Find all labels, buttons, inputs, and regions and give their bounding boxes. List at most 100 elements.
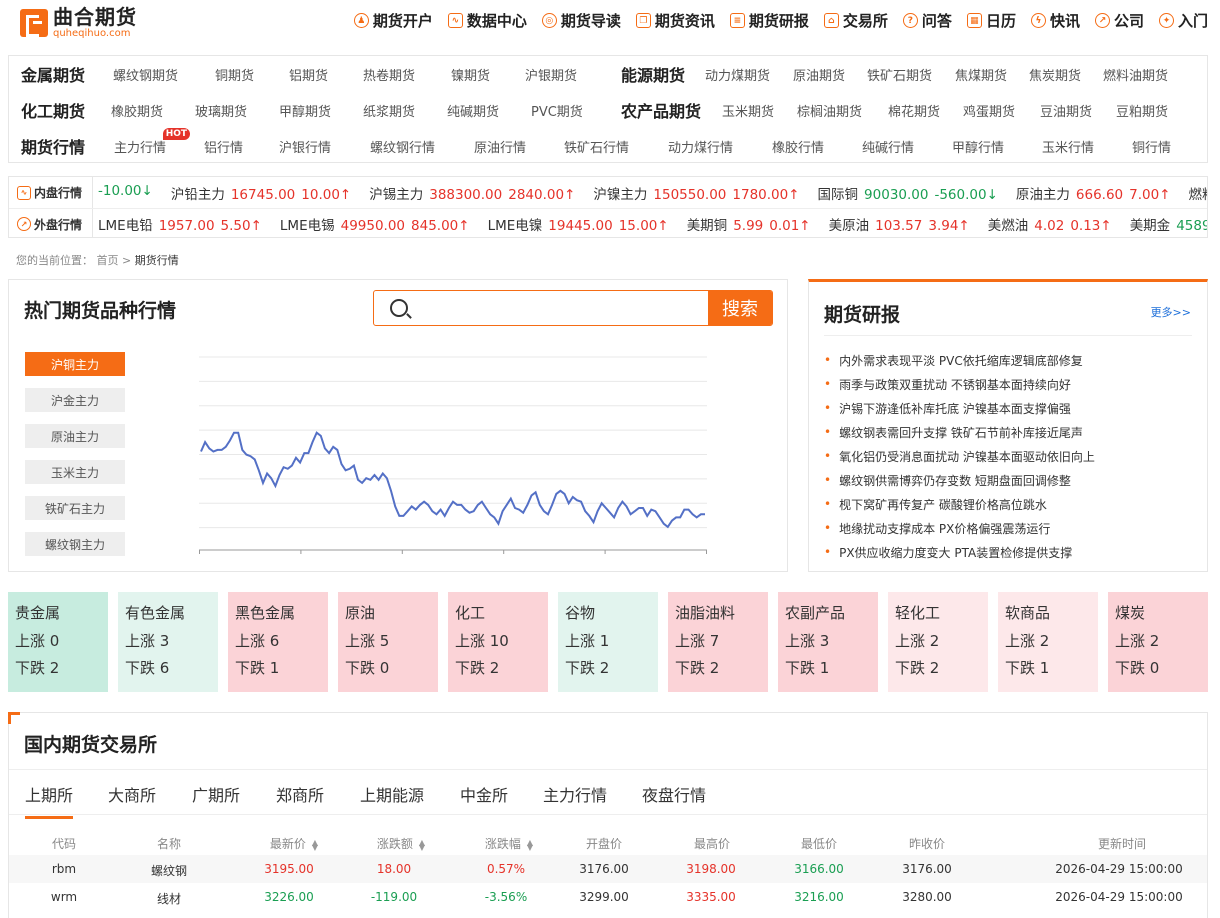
nav-item-guide[interactable]: ◎ 期货导读: [541, 10, 621, 31]
category-link[interactable]: PVC期货: [531, 101, 583, 120]
nav-item-research[interactable]: ≡ 期货研报: [729, 10, 809, 31]
research-item[interactable]: 地缘扰动支撑成本 PX价格偏强震荡运行: [824, 516, 1095, 540]
category-link[interactable]: 原油行情: [474, 137, 526, 156]
category-link-main[interactable]: 主力行情 HOT: [114, 128, 191, 156]
sector-card[interactable]: 油脂油料 上涨 7 下跌 2: [668, 592, 768, 692]
nav-item-news[interactable]: ❐ 期货资讯: [635, 10, 715, 31]
sector-card[interactable]: 轻化工 上涨 2 下跌 2: [888, 592, 988, 692]
category-title-chem[interactable]: 化工期货: [21, 98, 85, 122]
category-title-market[interactable]: 期货行情: [21, 134, 85, 158]
category-link[interactable]: 沪银期货: [525, 65, 577, 84]
category-link[interactable]: 沪银行情: [279, 137, 331, 156]
category-link[interactable]: 玉米行情: [1042, 137, 1094, 156]
category-link[interactable]: 豆油期货: [1040, 101, 1092, 120]
category-link[interactable]: 焦煤期货: [955, 65, 1007, 84]
ticker-item[interactable]: 美期金 4589.60: [1130, 214, 1207, 234]
chart-tab[interactable]: 原油主力: [25, 424, 125, 448]
category-link[interactable]: 动力煤行情: [668, 137, 733, 156]
chart-tab[interactable]: 沪金主力: [25, 388, 125, 412]
category-link[interactable]: 焦炭期货: [1029, 65, 1081, 84]
nav-item-data[interactable]: ∿ 数据中心: [447, 10, 527, 31]
table-row[interactable]: rbm 螺纹钢 3195.00 18.00 0.57% 3176.00 3198.00 316…: [9, 855, 1207, 883]
sector-card[interactable]: 化工 上涨 10 下跌 2: [448, 592, 548, 692]
ticker-item[interactable]: 美原油 103.57 3.94↑: [829, 214, 970, 234]
category-link[interactable]: 棕榈油期货: [797, 101, 862, 120]
sector-card[interactable]: 软商品 上涨 2 下跌 1: [998, 592, 1098, 692]
category-link[interactable]: 铝行情: [204, 137, 243, 156]
ticker-item[interactable]: LME电镍 19445.00 15.00↑: [488, 214, 669, 234]
research-item[interactable]: 雨季与政策双重扰动 不锈钢基本面持续向好: [824, 372, 1095, 396]
category-link[interactable]: 热卷期货: [363, 65, 415, 84]
category-link[interactable]: 燃料油期货: [1103, 65, 1168, 84]
category-link[interactable]: 橡胶行情: [772, 137, 824, 156]
research-item[interactable]: 沪锡下游逢低补库托底 沪镍基本面支撑偏强: [824, 396, 1095, 420]
category-link[interactable]: 纯碱行情: [862, 137, 914, 156]
ticker-item[interactable]: -10.00↓: [98, 183, 153, 203]
category-link[interactable]: 动力煤期货: [705, 65, 770, 84]
category-link[interactable]: 豆粕期货: [1116, 101, 1168, 120]
category-link[interactable]: 螺纹钢行情: [370, 137, 435, 156]
research-item[interactable]: 内外需求表现平淡 PVC依托缩库逻辑底部修复: [824, 348, 1095, 372]
ticker-item[interactable]: 沪镍主力 150550.00 1780.00↑: [593, 183, 799, 203]
sector-card[interactable]: 有色金属 上涨 3 下跌 6: [118, 592, 218, 692]
category-link[interactable]: 镍期货: [451, 65, 490, 84]
category-title-metal[interactable]: 金属期货: [21, 62, 85, 86]
category-link[interactable]: 橡胶期货: [111, 101, 163, 120]
tab-ine[interactable]: 上期能源: [360, 782, 424, 806]
category-link[interactable]: 原油期货: [793, 65, 845, 84]
ticker-item[interactable]: 美燃油 4.02 0.13↑: [988, 214, 1112, 234]
ticker-item[interactable]: 沪铅主力 16745.00 10.00↑: [171, 183, 351, 203]
tab-gfex[interactable]: 广期所: [192, 782, 240, 806]
category-link[interactable]: 鸡蛋期货: [963, 101, 1015, 120]
category-link[interactable]: 铜行情: [1132, 137, 1171, 156]
category-link[interactable]: 纯碱期货: [447, 101, 499, 120]
chart-tab[interactable]: 玉米主力: [25, 460, 125, 484]
category-link[interactable]: 铜期货: [215, 65, 254, 84]
col-header-change[interactable]: 涨跌额 ▲ ▼: [366, 835, 436, 852]
research-item[interactable]: 氧化铝仍受消息面扰动 沪镍基本面驱动依旧向上: [824, 444, 1095, 468]
tab-dce[interactable]: 大商所: [108, 782, 156, 806]
tab-shfe[interactable]: 上期所: [25, 782, 74, 819]
nav-item-beginner[interactable]: ✦ 入门: [1158, 10, 1208, 31]
tab-night-session[interactable]: 夜盘行情: [642, 782, 706, 806]
nav-item-account[interactable]: ♟ 期货开户: [353, 10, 433, 31]
research-item[interactable]: 螺纹钢供需博弈仍存变数 短期盘面回调修整: [824, 468, 1095, 492]
category-title-agri[interactable]: 农产品期货: [621, 98, 701, 122]
category-link[interactable]: 铝期货: [289, 65, 328, 84]
ticker-item[interactable]: 国际铜 90030.00 -560.00↓: [818, 183, 998, 203]
category-link[interactable]: 铁矿石期货: [867, 65, 932, 84]
chart-tab[interactable]: 沪铜主力: [25, 352, 125, 376]
sector-card[interactable]: 原油 上涨 5 下跌 0: [338, 592, 438, 692]
chart-tab[interactable]: 铁矿石主力: [25, 496, 125, 520]
nav-item-flash[interactable]: ϟ 快讯: [1030, 10, 1080, 31]
col-header-pct[interactable]: 涨跌幅 ▲ ▼: [474, 835, 544, 852]
tab-main-contracts[interactable]: 主力行情: [543, 782, 607, 806]
category-link[interactable]: 甲醇期货: [279, 101, 331, 120]
breadcrumb-home[interactable]: 首页: [97, 254, 119, 267]
category-title-energy[interactable]: 能源期货: [621, 62, 685, 86]
category-link[interactable]: 螺纹钢期货: [113, 65, 178, 84]
tab-czce[interactable]: 郑商所: [276, 782, 324, 806]
nav-item-calendar[interactable]: ▦ 日历: [966, 10, 1016, 31]
category-link[interactable]: 铁矿石行情: [564, 137, 629, 156]
sector-card[interactable]: 煤炭 上涨 2 下跌 0: [1108, 592, 1208, 692]
research-more-link[interactable]: 更多>>: [1151, 304, 1191, 320]
ticker-item[interactable]: 沪锡主力 388300.00 2840.00↑: [369, 183, 575, 203]
nav-item-exchange[interactable]: ⌂ 交易所: [823, 10, 888, 31]
ticker-item[interactable]: 燃料油主: [1189, 183, 1207, 203]
sector-card[interactable]: 农副产品 上涨 3 下跌 1: [778, 592, 878, 692]
category-link[interactable]: 纸浆期货: [363, 101, 415, 120]
sector-card[interactable]: 黑色金属 上涨 6 下跌 1: [228, 592, 328, 692]
category-link[interactable]: 甲醇行情: [952, 137, 1004, 156]
category-link[interactable]: 玻璃期货: [195, 101, 247, 120]
category-link[interactable]: 玉米期货: [722, 101, 774, 120]
tab-cffex[interactable]: 中金所: [460, 782, 508, 806]
table-row[interactable]: wrm 线材 3226.00 -119.00 -3.56% 3299.00 3335.00 3…: [9, 883, 1207, 911]
ticker-item[interactable]: 美期铜 5.99 0.01↑: [687, 214, 811, 234]
col-header-last[interactable]: 最新价 ▲ ▼: [259, 835, 329, 852]
logo[interactable]: 曲合期货 quheqihuo.com: [20, 7, 137, 39]
search-input[interactable]: [414, 291, 704, 325]
search-button[interactable]: 搜索: [708, 291, 772, 325]
sector-card[interactable]: 贵金属 上涨 0 下跌 2: [8, 592, 108, 692]
nav-item-qa[interactable]: ? 问答: [902, 10, 952, 31]
